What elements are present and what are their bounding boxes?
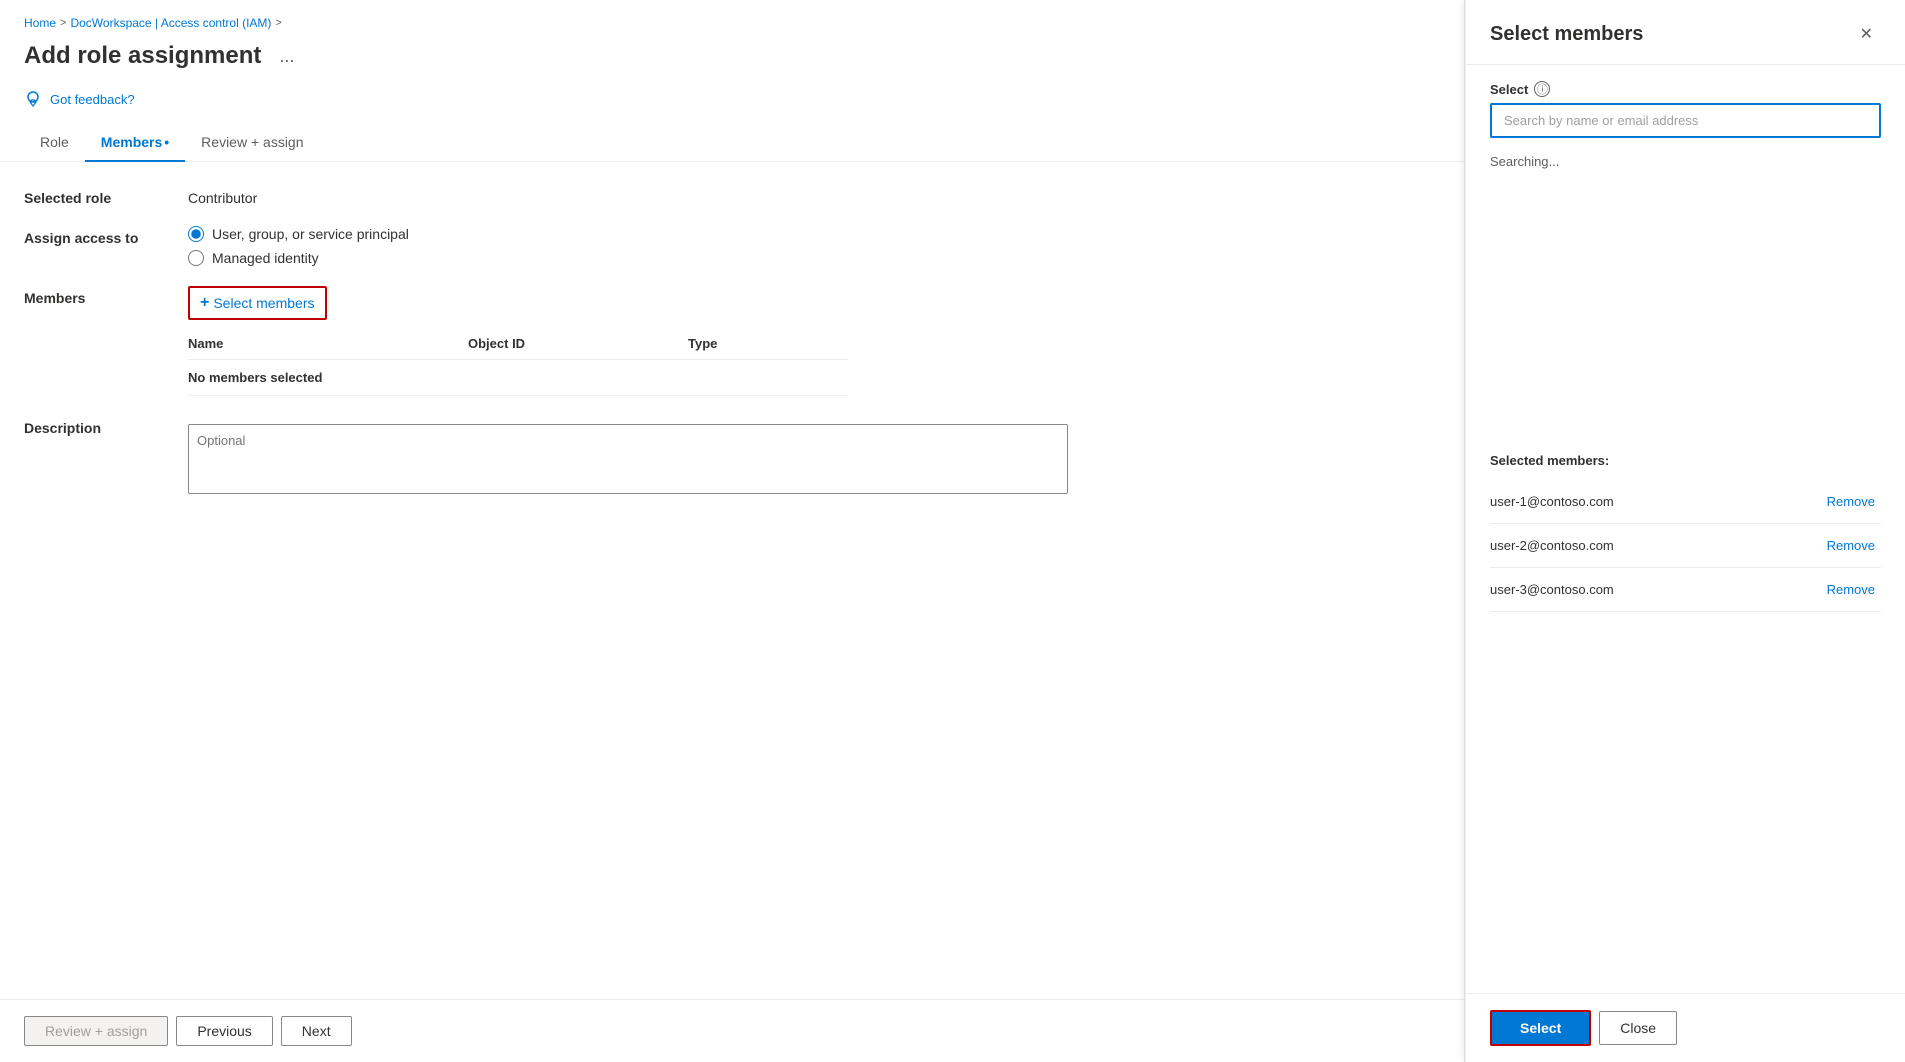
panel-body: Select ⓘ Searching... Selected members: …: [1466, 65, 1905, 993]
assign-access-row: Assign access to User, group, or service…: [24, 226, 1440, 266]
select-members-button[interactable]: + Select members: [188, 286, 327, 320]
breadcrumb-home[interactable]: Home: [24, 16, 56, 30]
table-row-no-members: No members selected: [188, 360, 848, 396]
panel-select-button[interactable]: Select: [1490, 1010, 1591, 1046]
page-title: Add role assignment: [24, 42, 261, 70]
select-members-btn-label: Select members: [213, 295, 314, 311]
panel-footer: Select Close: [1466, 993, 1905, 1062]
radio-user-group-input[interactable]: [188, 226, 204, 242]
radio-user-group[interactable]: User, group, or service principal: [188, 226, 409, 242]
selected-role-row: Selected role Contributor: [24, 186, 1440, 206]
remove-member-3-button[interactable]: Remove: [1821, 580, 1881, 599]
select-label-row: Select ⓘ: [1490, 81, 1881, 97]
selected-role-value: Contributor: [188, 186, 257, 206]
col-objectid-header: Object ID: [468, 336, 688, 351]
search-input[interactable]: [1492, 105, 1879, 136]
panel-close-x-button[interactable]: ✕: [1852, 20, 1881, 48]
breadcrumb-workspace[interactable]: DocWorkspace | Access control (IAM): [70, 16, 271, 30]
info-icon[interactable]: ⓘ: [1534, 81, 1550, 97]
ellipsis-button[interactable]: ...: [273, 44, 300, 69]
panel-title: Select members: [1490, 23, 1643, 46]
footer: Review + assign Previous Next: [0, 999, 1464, 1062]
remove-member-2-button[interactable]: Remove: [1821, 536, 1881, 555]
panel-header: Select members ✕: [1466, 0, 1905, 65]
selected-members-section: Selected members: user-1@contoso.com Rem…: [1490, 453, 1881, 612]
previous-button[interactable]: Previous: [176, 1016, 272, 1046]
members-table: Name Object ID Type No members selected: [188, 328, 848, 396]
members-controls: + Select members Name Object ID Type No …: [188, 286, 848, 396]
searching-text: Searching...: [1490, 150, 1881, 173]
panel-close-button[interactable]: Close: [1599, 1011, 1677, 1045]
list-item: user-2@contoso.com Remove: [1490, 524, 1881, 568]
feedback-label: Got feedback?: [50, 92, 135, 107]
remove-member-1-button[interactable]: Remove: [1821, 492, 1881, 511]
list-item: user-1@contoso.com Remove: [1490, 480, 1881, 524]
members-label: Members: [24, 286, 164, 306]
col-name-header: Name: [188, 336, 468, 351]
members-table-header: Name Object ID Type: [188, 328, 848, 360]
list-item: user-3@contoso.com Remove: [1490, 568, 1881, 612]
breadcrumb-sep1: >: [60, 17, 66, 29]
description-textarea[interactable]: [188, 424, 1068, 494]
right-panel: Select members ✕ Select ⓘ Searching... S…: [1465, 0, 1905, 1062]
form-section: Selected role Contributor Assign access …: [0, 162, 1464, 999]
col-type-header: Type: [688, 336, 848, 351]
no-members-text: No members selected: [188, 370, 468, 385]
tabs-row: Role Members Review + assign: [0, 124, 1464, 162]
feedback-row[interactable]: Got feedback?: [0, 86, 1464, 124]
member-email-2: user-2@contoso.com: [1490, 538, 1614, 553]
description-section: [188, 424, 1068, 497]
selected-members-label: Selected members:: [1490, 453, 1881, 468]
members-row: Members + Select members Name Object ID …: [24, 286, 1440, 396]
tab-members[interactable]: Members: [85, 124, 185, 162]
next-button[interactable]: Next: [281, 1016, 352, 1046]
tab-review-assign[interactable]: Review + assign: [185, 124, 319, 162]
review-assign-button[interactable]: Review + assign: [24, 1016, 168, 1046]
plus-icon: +: [200, 294, 209, 312]
member-email-1: user-1@contoso.com: [1490, 494, 1614, 509]
radio-managed-identity-label: Managed identity: [212, 250, 319, 266]
feedback-icon: [24, 90, 42, 108]
radio-managed-identity[interactable]: Managed identity: [188, 250, 409, 266]
selected-role-label: Selected role: [24, 186, 164, 206]
radio-user-group-label: User, group, or service principal: [212, 226, 409, 242]
member-email-3: user-3@contoso.com: [1490, 582, 1614, 597]
select-label: Select: [1490, 82, 1528, 97]
description-row: Description: [24, 416, 1440, 497]
breadcrumb: Home > DocWorkspace | Access control (IA…: [0, 0, 1464, 38]
tab-role[interactable]: Role: [24, 124, 85, 162]
radio-managed-identity-input[interactable]: [188, 250, 204, 266]
assign-access-label: Assign access to: [24, 226, 164, 246]
search-box-wrapper: [1490, 103, 1881, 138]
description-label: Description: [24, 416, 164, 436]
breadcrumb-sep2: >: [275, 17, 281, 29]
assign-access-options: User, group, or service principal Manage…: [188, 226, 409, 266]
